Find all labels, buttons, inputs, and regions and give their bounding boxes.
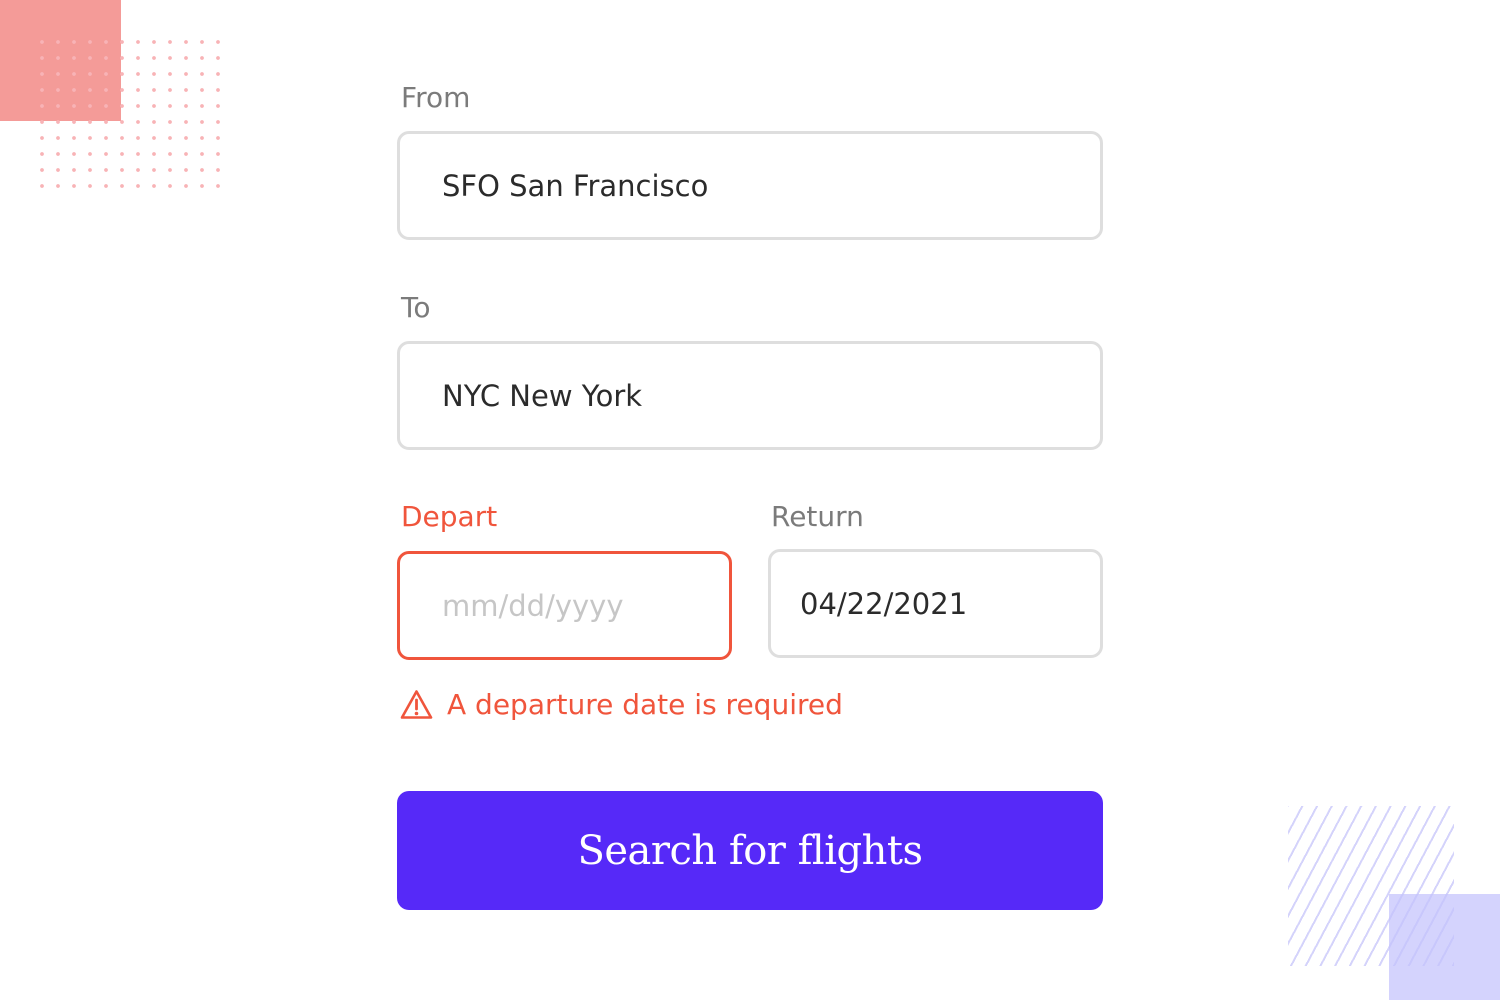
decorative-lilac-square [1389, 894, 1500, 1000]
return-date-input[interactable] [771, 552, 1100, 655]
warning-triangle-icon [400, 689, 433, 719]
search-flights-button[interactable]: Search for flights [397, 791, 1103, 910]
depart-error-message: A departure date is required [400, 686, 843, 722]
to-label: To [401, 291, 431, 324]
return-field[interactable] [768, 549, 1103, 658]
search-flights-label: Search for flights [577, 827, 923, 874]
error-text: A departure date is required [447, 687, 843, 721]
depart-date-input[interactable] [400, 554, 729, 657]
return-label: Return [771, 500, 864, 533]
from-label: From [401, 81, 471, 114]
to-input[interactable] [400, 344, 1100, 447]
depart-field[interactable] [397, 551, 732, 660]
decorative-dot-pattern [34, 34, 220, 196]
from-input[interactable] [400, 134, 1100, 237]
to-field[interactable] [397, 341, 1103, 450]
from-field[interactable] [397, 131, 1103, 240]
depart-label: Depart [401, 500, 498, 533]
